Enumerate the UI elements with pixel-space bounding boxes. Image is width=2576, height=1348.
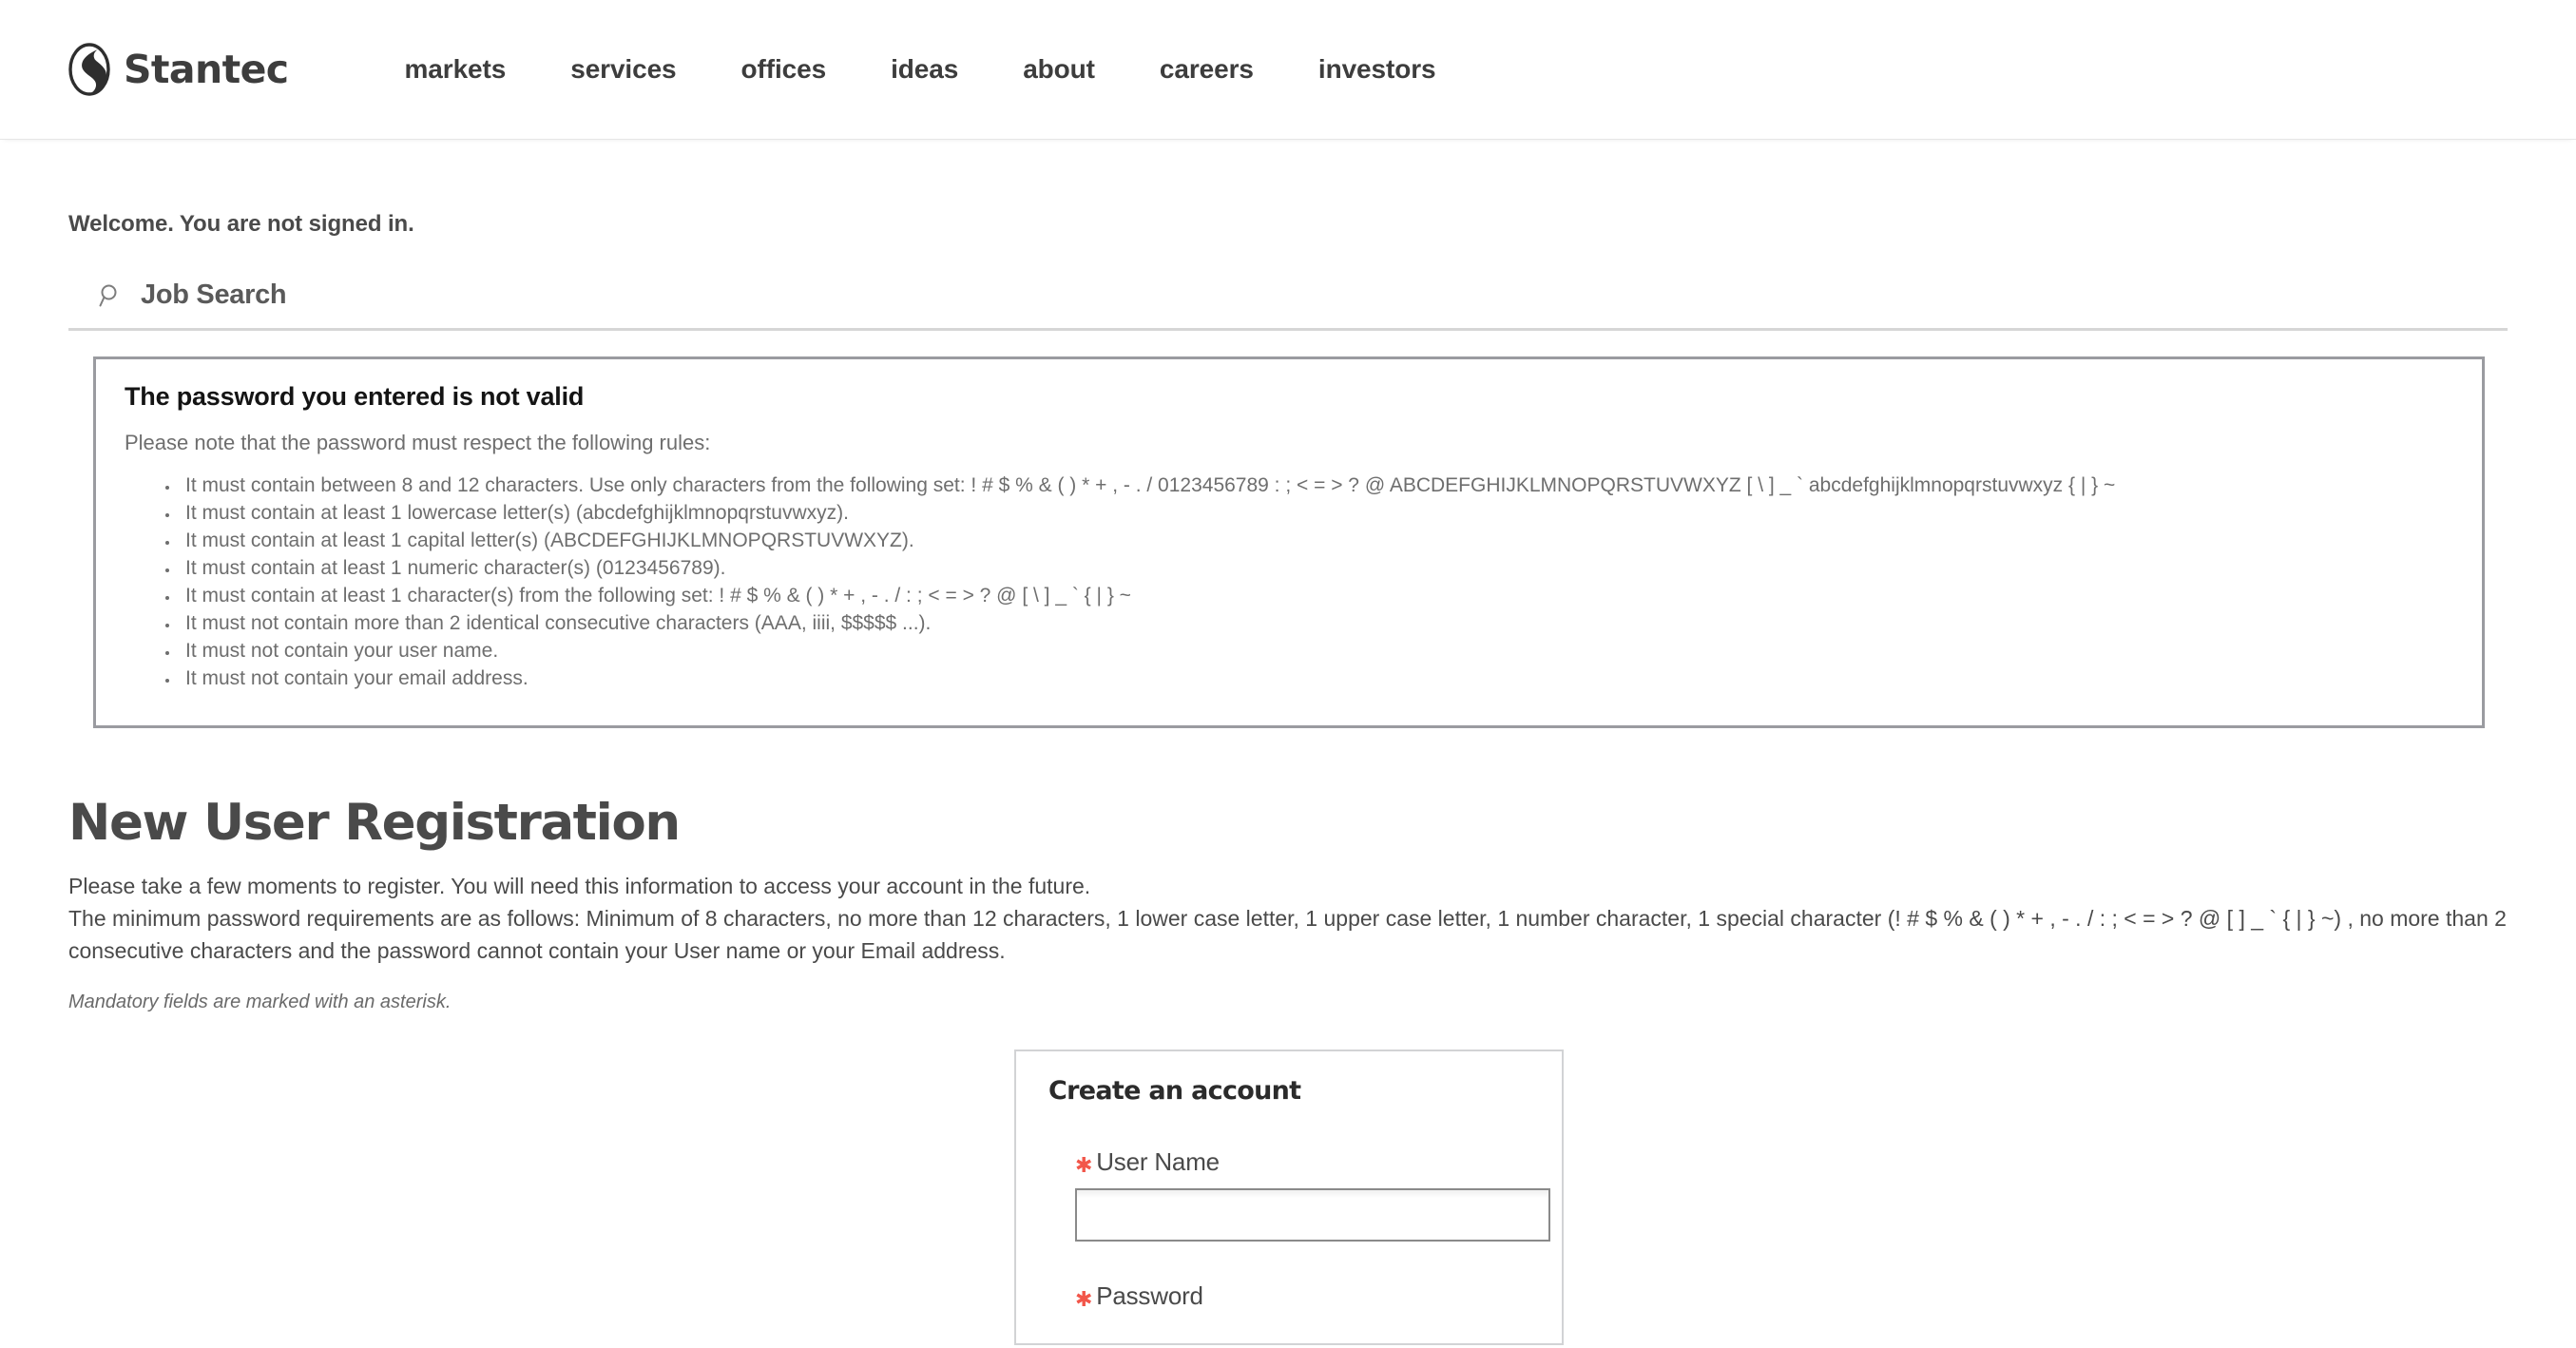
welcome-message: Welcome. You are not signed in. [68, 211, 414, 237]
field-user-name: ✱ User Name [1048, 1147, 1550, 1242]
list-item: It must not contain more than 2 identica… [180, 610, 2453, 638]
registration-intro: Please take a few moments to register. Y… [68, 870, 2511, 967]
password-label-text: Password [1096, 1281, 1203, 1311]
nav-item-investors[interactable]: investors [1286, 47, 1469, 92]
site-header: Stantec markets services offices ideas a… [0, 0, 2576, 139]
list-item: It must contain at least 1 lowercase let… [180, 500, 2453, 528]
magnifier-icon [99, 283, 124, 308]
list-item: It must contain between 8 and 12 charact… [180, 472, 2453, 500]
error-title: The password you entered is not valid [125, 382, 585, 411]
brand-logo-link[interactable]: Stantec [68, 43, 289, 96]
password-error-panel: The password you entered is not valid Pl… [93, 356, 2485, 728]
nav-item-careers[interactable]: careers [1127, 47, 1286, 92]
required-asterisk-icon: ✱ [1075, 1153, 1093, 1178]
mandatory-fields-note: Mandatory fields are marked with an aste… [68, 992, 452, 1013]
registration-intro-line-1: Please take a few moments to register. Y… [68, 874, 1091, 899]
required-asterisk-icon: ✱ [1075, 1287, 1093, 1312]
password-label: ✱ Password [1075, 1281, 1529, 1311]
user-name-input[interactable] [1075, 1188, 1550, 1242]
list-item: It must contain at least 1 capital lette… [180, 528, 2453, 555]
job-search-label[interactable]: Job Search [141, 279, 287, 311]
create-account-title: Create an account [1048, 1076, 1301, 1107]
page-content: Welcome. You are not signed in. Job Sear… [0, 139, 2576, 1346]
brand-name: Stantec [124, 46, 289, 92]
password-rules-list: It must contain between 8 and 12 charact… [125, 472, 2453, 693]
account-card-wrapper: Create an account ✱ User Name ✱ Password [0, 1050, 2576, 1346]
nav-item-services[interactable]: services [538, 47, 708, 92]
stantec-circle-logo-icon [68, 43, 110, 96]
page-title: New User Registration [68, 793, 681, 852]
nav-item-about[interactable]: about [990, 47, 1127, 92]
create-account-card: Create an account ✱ User Name ✱ Password [1014, 1050, 1564, 1346]
nav-item-markets[interactable]: markets [405, 47, 539, 92]
list-item: It must not contain your user name. [180, 638, 2453, 665]
error-subtitle: Please note that the password must respe… [125, 431, 711, 454]
list-item: It must contain at least 1 character(s) … [180, 583, 2453, 610]
user-name-label: ✱ User Name [1075, 1147, 1529, 1177]
registration-intro-line-2: The minimum password requirements are as… [68, 906, 2507, 964]
main-nav: markets services offices ideas about car… [405, 47, 1469, 92]
job-search-bar[interactable]: Job Search [68, 279, 2508, 331]
user-name-label-text: User Name [1096, 1147, 1220, 1177]
nav-item-ideas[interactable]: ideas [858, 47, 990, 92]
field-password: ✱ Password [1048, 1281, 1529, 1311]
list-item: It must contain at least 1 numeric chara… [180, 555, 2453, 583]
nav-item-offices[interactable]: offices [709, 47, 859, 92]
list-item: It must not contain your email address. [180, 665, 2453, 693]
